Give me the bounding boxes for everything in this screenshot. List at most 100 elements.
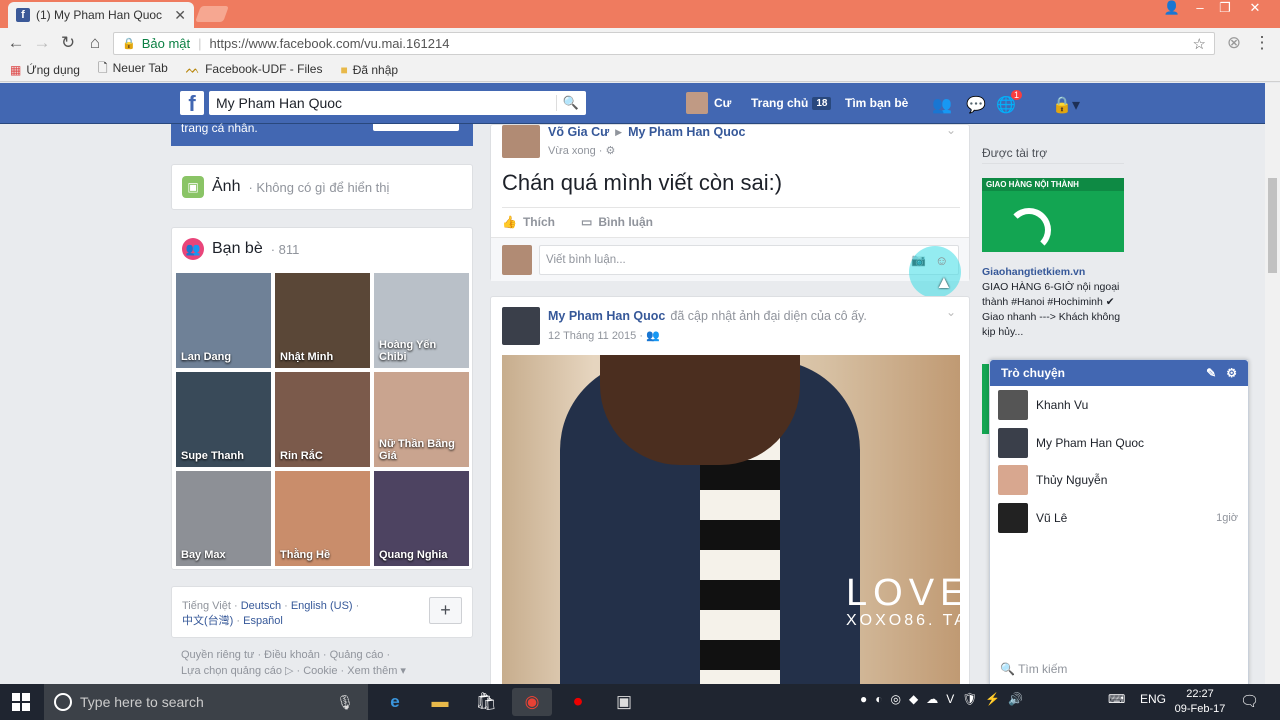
emoji-icon[interactable]: ☺ bbox=[935, 253, 948, 268]
chat-contact[interactable]: Khanh Vu bbox=[998, 389, 1238, 421]
photos-title[interactable]: Ảnh bbox=[212, 178, 240, 196]
friend-name: Nhật Minh bbox=[280, 351, 334, 363]
settings-gear-icon[interactable]: ⚙ bbox=[1226, 366, 1237, 380]
menu-icon[interactable]: ⋮ bbox=[1252, 33, 1272, 53]
post-target-link[interactable]: My Pham Han Quoc bbox=[628, 125, 745, 139]
friend-tile[interactable]: Hoàng Yến Chibi bbox=[374, 273, 469, 368]
friend-tile[interactable]: Lan Dang bbox=[176, 273, 271, 368]
chevron-down-icon[interactable]: ⌄ bbox=[946, 123, 956, 137]
friends-card: 👥 Bạn bè · 811 Lan Dang Nhật Minh Hoàng Yế… bbox=[171, 227, 473, 570]
recorder-icon[interactable]: ⏺ bbox=[564, 688, 592, 716]
avatar[interactable] bbox=[502, 307, 540, 345]
scrollbar-thumb[interactable] bbox=[1268, 178, 1277, 273]
ad-domain[interactable]: Giaohangtietkiem.vn bbox=[982, 265, 1127, 280]
language-link[interactable]: English (US) bbox=[291, 600, 353, 612]
browser-tab[interactable]: f (1) My Pham Han Quoc ✕ bbox=[8, 2, 194, 28]
windows-start-icon[interactable] bbox=[12, 693, 30, 711]
store-icon[interactable]: 🛍 bbox=[472, 688, 500, 716]
window-close-icon[interactable]: ✕ bbox=[1243, 0, 1267, 18]
chat-search-input[interactable]: 🔍 Tìm kiếm bbox=[1000, 662, 1067, 676]
new-tab-button[interactable] bbox=[195, 6, 229, 22]
system-clock[interactable]: 22:27 09-Feb-17 bbox=[1170, 687, 1230, 717]
find-friends-link[interactable]: Tìm bạn bè bbox=[845, 96, 908, 110]
messenger-icon[interactable]: 💬 bbox=[966, 95, 986, 114]
bookmark-star-icon[interactable]: ☆ bbox=[1193, 35, 1206, 53]
avatar[interactable] bbox=[686, 92, 708, 114]
chat-panel: Trò chuyện ✎ ⚙ Khanh Vu My Pham Han Quoc Th… bbox=[989, 359, 1249, 685]
profile-icon[interactable]: 👤 bbox=[1160, 0, 1184, 18]
bookmark-item[interactable]: ᨓ Facebook-UDF - Files bbox=[186, 62, 323, 77]
photos-card: ▣ Ảnh · Không có gì để hiển thị bbox=[171, 164, 473, 210]
page-scrollbar[interactable] bbox=[1265, 83, 1280, 684]
extension-icon[interactable]: ⊗ bbox=[1224, 33, 1244, 53]
bookmark-item[interactable]: ■ Đã nhập bbox=[340, 63, 398, 77]
chat-contact[interactable]: My Pham Han Quoc bbox=[998, 427, 1238, 459]
app-window-icon[interactable]: ▣ bbox=[610, 688, 638, 716]
tray-icons[interactable]: ●◐◎◆☁V🛡⚡🔊 bbox=[860, 692, 1031, 706]
friend-tile[interactable]: Thằng Hề bbox=[275, 471, 370, 566]
restore-icon[interactable]: ❐ bbox=[1213, 0, 1237, 18]
post-time[interactable]: Vừa xong · ⚙ bbox=[548, 144, 615, 157]
add-language-button[interactable]: + bbox=[429, 597, 462, 624]
chat-title: Trò chuyện bbox=[1001, 366, 1066, 380]
friend-tile[interactable]: Rin RắC bbox=[275, 372, 370, 467]
bookmark-item[interactable]: 🗋 Neuer Tab bbox=[98, 59, 168, 80]
friend-tile[interactable]: Nữ Thần Băng Giá bbox=[374, 372, 469, 467]
microphone-icon[interactable]: 🎙 bbox=[336, 694, 354, 711]
ad-image[interactable]: GIAO HÀNG NỘI THÀNH bbox=[982, 178, 1124, 252]
taskbar-search-input[interactable]: Type here to search 🎙 bbox=[44, 684, 368, 720]
home-label: Trang chủ bbox=[751, 96, 809, 110]
intro-edit-button[interactable] bbox=[373, 124, 459, 131]
action-center-icon[interactable]: 🗨 bbox=[1240, 692, 1259, 710]
post-time[interactable]: 12 Tháng 11 2015 · 👥 bbox=[548, 329, 660, 342]
chat-contact[interactable]: Thủy Nguyễn bbox=[998, 464, 1238, 496]
chat-header[interactable]: Trò chuyện ✎ ⚙ bbox=[990, 360, 1248, 386]
edge-icon[interactable]: e bbox=[381, 688, 409, 716]
chrome-icon[interactable]: ◉ bbox=[512, 688, 552, 716]
comment-input[interactable]: Viết bình luận... bbox=[539, 245, 959, 275]
footer-line[interactable]: Quyền riêng tư · Điều khoản · Quảng cáo … bbox=[181, 647, 471, 663]
clock-time: 22:27 bbox=[1186, 688, 1214, 700]
friend-tile[interactable]: Quang Nghia bbox=[374, 471, 469, 566]
language-link[interactable]: Español bbox=[243, 615, 283, 627]
keyboard-icon[interactable]: ⌨ bbox=[1108, 692, 1125, 706]
chevron-down-icon[interactable]: ⌄ bbox=[946, 305, 956, 319]
reload-icon[interactable]: ↻ bbox=[58, 33, 78, 53]
ad-text: GIAO HÀNG 6-GIỜ nội ngoại thành #Hanoi #… bbox=[982, 281, 1121, 338]
back-icon[interactable]: ← bbox=[6, 33, 26, 53]
friend-tile[interactable]: Supe Thanh bbox=[176, 372, 271, 467]
language-link[interactable]: 中文(台灣) bbox=[182, 615, 233, 627]
file-explorer-icon[interactable]: ▬ bbox=[426, 688, 454, 716]
post-author-link[interactable]: Võ Gia Cư bbox=[548, 125, 609, 139]
new-message-icon[interactable]: ✎ bbox=[1206, 366, 1216, 380]
like-button[interactable]: 👍 Thích bbox=[502, 215, 555, 229]
search-icon[interactable]: 🔍 bbox=[555, 95, 579, 111]
friend-requests-icon[interactable]: 👥 bbox=[932, 95, 952, 114]
home-link[interactable]: Trang chủ 18 bbox=[751, 96, 832, 110]
footer-line[interactable]: Lựa chọn quảng cáo ▷ · Cookie · Xem thêm… bbox=[181, 663, 471, 679]
language-indicator[interactable]: ENG bbox=[1140, 692, 1166, 706]
minimize-icon[interactable]: – bbox=[1188, 0, 1212, 18]
profile-link[interactable]: Cư bbox=[714, 96, 731, 110]
chat-contact[interactable]: Vũ Lê 1giờ bbox=[998, 502, 1238, 534]
comment-button[interactable]: ▭ Bình luận bbox=[581, 215, 653, 229]
friend-tile[interactable]: Nhật Minh bbox=[275, 273, 370, 368]
facebook-search-input[interactable]: My Pham Han Quoc 🔍 bbox=[209, 91, 586, 115]
friend-tile[interactable]: Bay Max bbox=[176, 471, 271, 566]
friend-name: Nữ Thần Băng Giá bbox=[379, 438, 455, 462]
home-icon[interactable]: ⌂ bbox=[85, 33, 105, 53]
forward-icon[interactable]: → bbox=[32, 33, 52, 53]
close-tab-icon[interactable]: ✕ bbox=[174, 7, 186, 24]
bookmark-item[interactable]: ▦ Ứng dụng bbox=[10, 63, 80, 77]
account-menu-icon[interactable]: 🔒▾ bbox=[1046, 95, 1086, 114]
avatar[interactable] bbox=[502, 125, 540, 158]
address-bar[interactable]: 🔒 Bảo mật | https://www.facebook.com/vu.… bbox=[113, 32, 1215, 55]
friends-title[interactable]: Bạn bè bbox=[212, 240, 263, 258]
chat-contact-name: Khanh Vu bbox=[1036, 398, 1089, 412]
language-link[interactable]: Deutsch bbox=[241, 600, 281, 612]
facebook-logo-icon[interactable]: f bbox=[180, 91, 204, 116]
ad-body[interactable]: Giaohangtietkiem.vn GIAO HÀNG 6-GIỜ nội … bbox=[982, 265, 1127, 340]
chat-contact-name: Vũ Lê bbox=[1036, 510, 1068, 525]
post-author-link[interactable]: My Pham Han Quoc bbox=[548, 309, 665, 323]
footer-links: Quyền riêng tư · Điều khoản · Quảng cáo … bbox=[181, 647, 471, 679]
